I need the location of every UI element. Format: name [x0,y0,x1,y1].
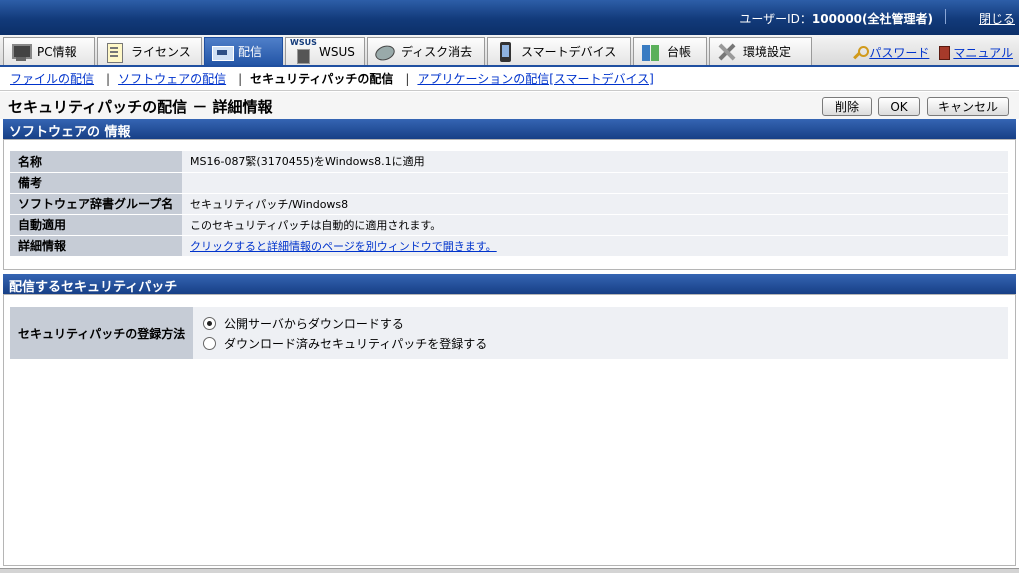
subnav-file-distribution[interactable]: ファイルの配信 [10,70,94,87]
pc-icon [10,42,32,62]
option-label: 公開サーバからダウンロードする [224,316,404,331]
top-header-bar: ユーザーID：100000(全社管理者) 閉じる [0,0,1019,35]
tab-license[interactable]: ライセンス [97,37,202,65]
cancel-button[interactable]: キャンセル [927,97,1009,116]
subnav-software-distribution[interactable]: ソフトウェアの配信 [118,70,226,87]
registration-method-options: 公開サーバからダウンロードする ダウンロード済みセキュリティパッチを登録する [193,307,1008,359]
page-title-row: セキュリティパッチの配信 － 詳細情報 削除 OK キャンセル [0,92,1019,119]
page-title: セキュリティパッチの配信 － 詳細情報 [8,98,273,116]
tab-settings[interactable]: 環境設定 [709,37,812,65]
user-id-value: 100000(全社管理者) [811,12,933,26]
header-links: パスワード マニュアル [852,44,1013,61]
ok-button[interactable]: OK [878,97,920,116]
option-register-downloaded[interactable]: ダウンロード済みセキュリティパッチを登録する [203,333,998,353]
radio-selected[interactable] [203,316,216,330]
header-divider [945,9,946,24]
manual-book-icon [939,45,951,60]
option-label: ダウンロード済みセキュリティパッチを登録する [224,336,488,351]
key-icon [852,45,870,60]
manual-link[interactable]: マニュアル [953,44,1013,61]
row-key: 備考 [10,172,182,194]
registration-method-label: セキュリティパッチの登録方法 [10,307,193,359]
disk-erase-icon [374,42,396,62]
wsus-server-icon [290,38,317,64]
tab-label: 環境設定 [743,45,792,59]
table-row: 自動適用 このセキュリティパッチは自動的に適用されます。 [10,214,1008,236]
user-id-label: ユーザーID： [739,12,812,26]
row-key: ソフトウェア辞書グループ名 [10,193,182,215]
smartphone-icon [494,41,516,62]
table-row: ソフトウェア辞書グループ名 セキュリティパッチ/Windows8 [10,193,1008,215]
tab-label: 台帳 [667,45,692,59]
tab-distribution[interactable]: 配信 [204,37,283,65]
row-value [182,172,1008,194]
software-info-heading: ソフトウェアの 情報 [3,119,1016,140]
tab-label: PC情報 [37,45,77,59]
bottom-border [0,568,1019,573]
tab-pc-info[interactable]: PC情報 [3,37,95,65]
close-link[interactable]: 閉じる [979,10,1015,27]
distribute-patch-heading: 配信するセキュリティパッチ [3,274,1016,295]
tab-smart-device[interactable]: スマートデバイス [487,37,631,65]
license-icon [104,42,126,63]
radio-unselected[interactable] [203,336,216,350]
tab-wsus[interactable]: WSUS [285,37,365,65]
subnav-divider: | [106,71,111,86]
tools-icon [716,42,738,62]
table-row: 備考 [10,172,1008,194]
tab-label: ライセンス [131,45,191,59]
row-value: このセキュリティパッチは自動的に適用されます。 [182,214,1008,236]
tab-label: WSUS [319,44,355,59]
distribution-icon [211,42,234,62]
row-value: セキュリティパッチ/Windows8 [182,193,1008,215]
subnav-application-distribution[interactable]: アプリケーションの配信[スマートデバイス] [417,70,653,87]
delete-button[interactable]: 削除 [822,97,872,116]
row-key: 詳細情報 [10,235,182,257]
subnav-divider: | [238,71,243,86]
tab-ledger[interactable]: 台帳 [633,37,707,65]
row-value: MS16-087緊(3170455)をWindows8.1に適用 [182,151,1008,173]
row-key: 名称 [10,151,182,173]
tab-disk-erase[interactable]: ディスク消去 [367,37,485,65]
subnav-divider: | [405,71,410,86]
row-value: クリックすると詳細情報のページを別ウィンドウで開きます。 [182,235,1008,257]
table-row: 名称 MS16-087緊(3170455)をWindows8.1に適用 [10,151,1008,173]
tab-label: 配信 [238,45,263,59]
sub-navigation: ファイルの配信 | ソフトウェアの配信 | セキュリティパッチの配信 | アプリ… [0,67,1019,91]
row-key: 自動適用 [10,214,182,236]
password-link[interactable]: パスワード [869,44,929,61]
software-info-table: 名称 MS16-087緊(3170455)をWindows8.1に適用 備考 ソ… [10,151,1008,257]
detail-info-link[interactable]: クリックすると詳細情報のページを別ウィンドウで開きます。 [190,240,497,253]
tab-label: ディスク消去 [401,45,473,59]
ledger-book-icon [640,42,662,62]
main-tab-bar: PC情報 ライセンス 配信 WSUS ディスク消去 スマートデバイス 台帳 環境… [0,35,1019,67]
user-info: ユーザーID：100000(全社管理者) [739,10,933,27]
subnav-security-patch-current: セキュリティパッチの配信 [250,72,394,86]
table-row: 詳細情報 クリックすると詳細情報のページを別ウィンドウで開きます。 [10,235,1008,257]
tab-label: スマートデバイス [521,45,617,59]
option-download-public-server[interactable]: 公開サーバからダウンロードする [203,313,998,333]
registration-method-row: セキュリティパッチの登録方法 公開サーバからダウンロードする ダウンロード済みセ… [10,307,1008,359]
